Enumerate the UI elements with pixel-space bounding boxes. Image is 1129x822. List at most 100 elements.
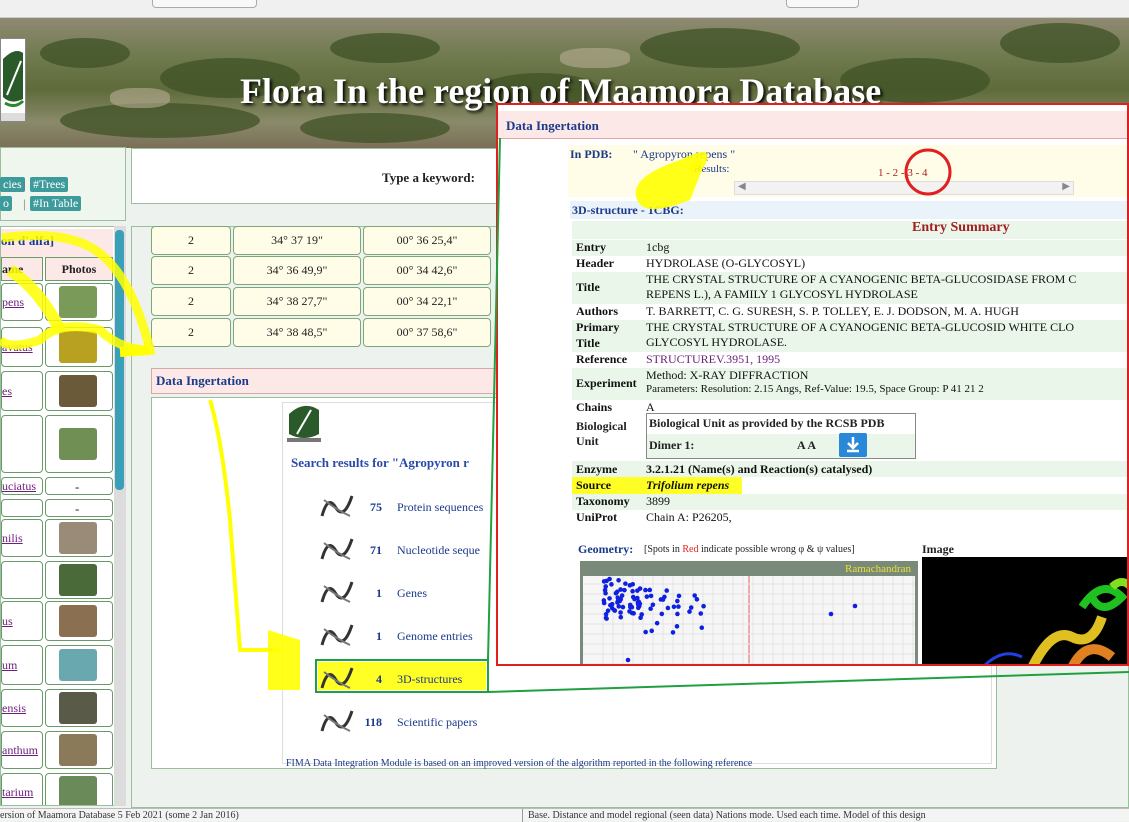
list-item[interactable]: es xyxy=(1,371,43,411)
result-link[interactable]: Scientific papers xyxy=(397,715,477,730)
ramachandran-point xyxy=(676,593,682,599)
species-photo[interactable] xyxy=(59,564,97,596)
structure-icon[interactable] xyxy=(318,662,356,694)
ramachandran-point xyxy=(609,605,615,611)
protein-icon[interactable] xyxy=(318,490,356,522)
structure-label: 3D-structure - 1CBG: xyxy=(572,203,684,217)
species-photo[interactable] xyxy=(59,776,97,805)
species-photo[interactable] xyxy=(59,331,97,363)
tag-in-table[interactable]: #In Table xyxy=(30,196,82,211)
ramachandran-point xyxy=(607,576,612,582)
species-name-link[interactable]: um xyxy=(2,658,17,673)
uniprot-value[interactable]: Chain A: P26205, xyxy=(646,510,732,525)
dimer-chains: A A xyxy=(797,438,817,452)
ramachandran-point xyxy=(629,604,635,610)
tag-o[interactable]: o xyxy=(0,196,12,211)
species-name-link[interactable]: pens xyxy=(2,295,24,310)
entry-summary-title: Entry Summary xyxy=(912,220,1010,235)
scroll-left-icon[interactable]: ◀ xyxy=(738,181,746,192)
taxonomy-value[interactable]: 3899 xyxy=(646,494,670,509)
coord-cell: 00° 34 42,6" xyxy=(363,256,491,285)
ramachandran-point xyxy=(698,611,704,616)
download-icon[interactable] xyxy=(839,433,867,457)
ramachandran-point xyxy=(648,606,653,612)
species-photo[interactable] xyxy=(59,605,97,637)
source-key: Source xyxy=(576,478,612,492)
ramachandran-point xyxy=(623,581,628,586)
species-name-link[interactable]: tarium xyxy=(2,785,33,800)
species-photo[interactable] xyxy=(59,428,97,460)
list-item[interactable] xyxy=(1,415,43,473)
list-title: on d'alfa] xyxy=(1,233,55,248)
list-item[interactable]: anthum xyxy=(1,731,43,769)
result-link[interactable]: 3D-structures xyxy=(397,672,462,687)
coord-cell: 34° 36 49,9" xyxy=(233,256,361,285)
list-item[interactable]: uciatus xyxy=(1,477,43,495)
genes-icon[interactable] xyxy=(318,576,356,608)
search-results-heading: Search results for "Agropyron r xyxy=(291,455,469,470)
papers-icon[interactable] xyxy=(318,705,356,737)
list-item[interactable]: avatus xyxy=(1,327,43,367)
result-link[interactable]: Nucleotide seque xyxy=(397,543,480,558)
result-link[interactable]: Genome entries xyxy=(397,629,473,644)
top-button-right[interactable] xyxy=(786,0,859,8)
coord-cell: 2 xyxy=(151,256,231,285)
species-name-link[interactable]: us xyxy=(2,614,13,629)
ramachandran-point xyxy=(659,611,665,617)
ramachandran-point xyxy=(620,604,626,610)
ramachandran-point xyxy=(616,577,621,583)
result-link[interactable]: Genes xyxy=(397,586,427,601)
ramachandran-point xyxy=(647,587,653,593)
structure-3d-image[interactable] xyxy=(922,557,1127,664)
species-name-link[interactable]: nilis xyxy=(2,531,23,546)
ramachandran-point xyxy=(688,605,694,610)
genome-icon[interactable] xyxy=(318,619,356,651)
ramachandran-plot[interactable]: Ramachandran xyxy=(580,561,918,664)
pdb-label: In PDB: xyxy=(570,147,613,161)
species-name-link[interactable]: avatus xyxy=(2,340,33,355)
list-item[interactable]: nilis xyxy=(1,519,43,557)
species-name-link[interactable]: ensis xyxy=(2,701,26,716)
results-scrollbar[interactable]: ◀ ▶ xyxy=(734,181,1074,195)
list-item[interactable]: ensis xyxy=(1,689,43,727)
species-photo[interactable] xyxy=(59,692,97,724)
coord-cell: 34° 37 19" xyxy=(233,226,361,255)
bio-unit-title: Biological Unit as provided by the RCSB … xyxy=(649,416,885,430)
species-photo[interactable] xyxy=(59,649,97,681)
species-photo[interactable] xyxy=(59,522,97,554)
no-photo-dash: - xyxy=(75,501,80,516)
list-item[interactable] xyxy=(1,499,43,517)
ramachandran-point xyxy=(629,610,635,616)
result-count: 1 xyxy=(376,586,382,600)
species-name-link[interactable]: uciatus xyxy=(2,479,36,494)
result-link[interactable]: Protein sequences xyxy=(397,500,483,515)
ramachandran-point xyxy=(630,594,636,600)
species-photo[interactable] xyxy=(59,734,97,766)
species-photo[interactable] xyxy=(59,286,97,318)
ramachandran-point xyxy=(692,593,697,598)
species-name-link[interactable]: es xyxy=(2,384,12,399)
tag-trees[interactable]: #Trees xyxy=(30,177,69,192)
list-item[interactable] xyxy=(1,561,43,599)
species-name-link[interactable]: anthum xyxy=(2,743,38,758)
species-photo[interactable] xyxy=(59,375,97,407)
list-item[interactable]: pens xyxy=(1,283,43,321)
col-photos-header: Photos xyxy=(45,257,113,281)
field-key: Primary xyxy=(576,320,620,334)
tag-species[interactable]: cies xyxy=(0,177,25,192)
top-button-left[interactable] xyxy=(152,0,257,8)
list-item[interactable]: tarium xyxy=(1,773,43,805)
ramachandran-point xyxy=(852,603,858,609)
site-logo xyxy=(0,38,26,122)
list-item[interactable]: us xyxy=(1,601,43,641)
results-pagination[interactable]: 1 - 2 - 3 - 4 xyxy=(878,167,928,179)
nucleotide-icon[interactable] xyxy=(318,533,356,565)
ramachandran-point xyxy=(828,611,834,617)
list-item[interactable]: um xyxy=(1,645,43,685)
scroll-right-icon[interactable]: ▶ xyxy=(1062,181,1070,192)
ramachandran-point xyxy=(609,582,614,587)
enzyme-value[interactable]: 3.2.1.21 (Name(s) and Reaction(s) cataly… xyxy=(646,462,872,477)
result-count: 118 xyxy=(364,715,382,729)
list-scroll-thumb[interactable] xyxy=(115,230,124,490)
field-value[interactable]: STRUCTUREV.3951, 1995 xyxy=(646,352,780,367)
